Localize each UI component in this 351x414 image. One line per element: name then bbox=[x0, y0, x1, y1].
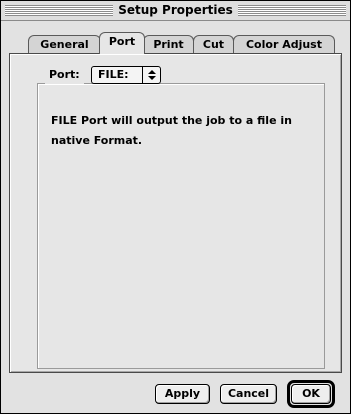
port-label: Port: bbox=[45, 66, 84, 84]
apply-button[interactable]: Apply bbox=[155, 384, 210, 404]
tab-general[interactable]: General bbox=[28, 35, 101, 53]
tab-cut[interactable]: Cut bbox=[193, 35, 234, 53]
cancel-button[interactable]: Cancel bbox=[220, 384, 277, 404]
title-bar-stripes-left bbox=[5, 5, 113, 16]
tab-port[interactable]: Port bbox=[99, 32, 145, 54]
title-bar[interactable]: Setup Properties bbox=[1, 1, 350, 21]
port-select-value: FILE: bbox=[98, 68, 129, 81]
tab-print[interactable]: Print bbox=[143, 35, 194, 53]
up-down-arrows-icon bbox=[143, 67, 161, 83]
tab-color-adjust[interactable]: Color Adjust bbox=[233, 35, 335, 53]
ok-button[interactable]: OK bbox=[291, 384, 331, 404]
setup-properties-window: Setup Properties General Port Print Cut … bbox=[0, 0, 351, 414]
port-select[interactable]: FILE: bbox=[91, 66, 161, 84]
port-description: FILE Port will output the job to a file … bbox=[51, 114, 292, 147]
title-bar-stripes-right bbox=[238, 5, 346, 16]
window-title: Setup Properties bbox=[113, 2, 238, 19]
